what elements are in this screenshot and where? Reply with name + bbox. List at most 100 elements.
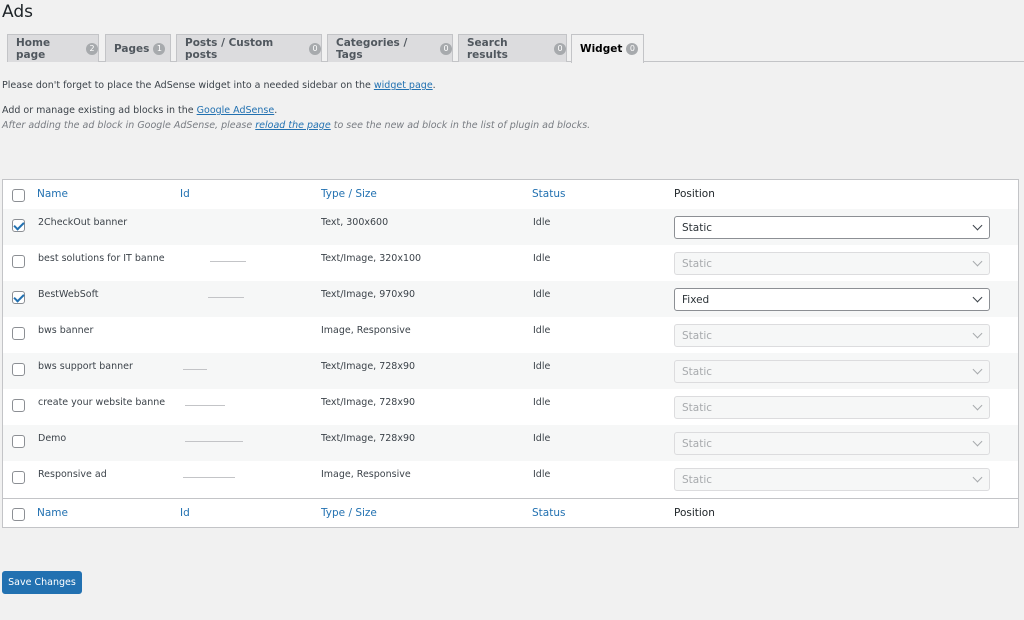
row-name: 2CheckOut banner	[38, 217, 128, 228]
row-type: Text/Image, 320x100	[321, 253, 422, 264]
tab-count-badge: 0	[626, 43, 639, 55]
tab-pages[interactable]: Pages 1	[105, 34, 171, 62]
row-checkbox[interactable]	[12, 471, 25, 484]
row-status: Idle	[533, 253, 551, 264]
row-checkbox[interactable]	[12, 399, 25, 412]
redacted-id	[208, 297, 244, 298]
widget-notice: Please don't forget to place the AdSense…	[2, 80, 436, 91]
notice-text: .	[274, 105, 278, 116]
position-value: Static	[682, 330, 713, 342]
chevron-down-icon	[972, 400, 983, 411]
table-row: Demo Text/Image, 728x90 Idle Static	[3, 425, 1018, 461]
notice-text: After adding the ad block in Google AdSe…	[2, 120, 253, 131]
row-name: Demo	[38, 433, 67, 444]
column-id[interactable]: Id	[180, 507, 190, 519]
redacted-id	[210, 261, 246, 262]
column-type-size[interactable]: Type / Size	[321, 188, 377, 200]
ad-blocks-table: Name Id Type / Size Status Position 2Che…	[2, 179, 1019, 528]
tab-label: Categories / Tags	[336, 36, 408, 61]
table-row: create your website banne Text/Image, 72…	[3, 389, 1018, 425]
table-row: bws banner Image, Responsive Idle Static	[3, 317, 1018, 353]
row-type: Text/Image, 970x90	[321, 289, 416, 300]
reload-notice: After adding the ad block in Google AdSe…	[2, 120, 590, 131]
tab-home-page[interactable]: Home page 2	[7, 34, 99, 62]
column-name[interactable]: Name	[37, 507, 68, 519]
position-select: Static	[674, 432, 990, 455]
row-name: Responsive ad	[38, 469, 107, 480]
tab-label: Posts / Custom posts	[185, 36, 274, 61]
row-type: Image, Responsive	[321, 325, 411, 336]
widget-page-link[interactable]: widget page	[374, 80, 433, 91]
tab-count-badge: 1	[153, 42, 166, 55]
notice-text: Please don't forget to place the AdSense…	[2, 80, 371, 91]
tab-label: Pages	[114, 42, 150, 55]
table-row: best solutions for IT banne Text/Image, …	[3, 245, 1018, 281]
google-adsense-link[interactable]: Google AdSense	[197, 105, 275, 116]
row-status: Idle	[533, 289, 551, 300]
chevron-down-icon	[972, 436, 983, 447]
row-checkbox[interactable]	[12, 255, 25, 268]
redacted-id	[185, 405, 225, 406]
row-name: bws support banner	[38, 361, 133, 372]
column-status[interactable]: Status	[532, 188, 565, 200]
column-position: Position	[674, 188, 715, 200]
tab-bar: Home page 2 Pages 1 Posts / Custom posts…	[7, 34, 1024, 63]
position-value: Static	[682, 222, 713, 234]
chevron-down-icon	[972, 328, 983, 339]
row-status: Idle	[533, 433, 551, 444]
chevron-down-icon	[972, 472, 983, 483]
table-row: 2CheckOut banner Text, 300x600 Idle Stat…	[3, 209, 1018, 245]
position-select[interactable]: Fixed	[674, 288, 990, 311]
reload-page-link[interactable]: reload the page	[255, 120, 330, 131]
position-select: Static	[674, 468, 990, 491]
tab-posts-custom-posts[interactable]: Posts / Custom posts 0	[176, 34, 322, 62]
position-select: Static	[674, 324, 990, 347]
table-footer: Name Id Type / Size Status Position	[3, 498, 1018, 528]
column-status[interactable]: Status	[532, 507, 565, 519]
position-value: Static	[682, 258, 713, 270]
column-type-size[interactable]: Type / Size	[321, 507, 377, 519]
row-checkbox[interactable]	[12, 327, 25, 340]
redacted-id	[185, 441, 243, 442]
tab-count-badge: 0	[554, 42, 566, 55]
position-select[interactable]: Static	[674, 216, 990, 239]
row-status: Idle	[533, 325, 551, 336]
tab-label: Home page	[16, 36, 51, 61]
row-name: bws banner	[38, 325, 94, 336]
notice-text: .	[432, 80, 436, 91]
select-all-checkbox[interactable]	[12, 189, 25, 202]
table-row: BestWebSoft Text/Image, 970x90 Idle Fixe…	[3, 281, 1018, 317]
position-value: Static	[682, 402, 713, 414]
tab-label: Widget	[580, 43, 623, 55]
row-type: Text/Image, 728x90	[321, 361, 416, 372]
select-all-checkbox[interactable]	[12, 508, 25, 521]
row-type: Text, 300x600	[321, 217, 389, 228]
table-header: Name Id Type / Size Status Position	[3, 180, 1018, 210]
position-select: Static	[674, 360, 990, 383]
row-checkbox[interactable]	[12, 291, 25, 304]
table-row: bws support banner Text/Image, 728x90 Id…	[3, 353, 1018, 389]
table-row: Responsive ad Image, Responsive Idle Sta…	[3, 461, 1018, 497]
row-checkbox[interactable]	[12, 219, 25, 232]
chevron-down-icon	[972, 364, 983, 375]
tab-widget[interactable]: Widget 0	[571, 34, 644, 63]
position-value: Fixed	[682, 294, 710, 306]
redacted-id	[183, 369, 207, 370]
notice-text: Add or manage existing ad blocks in the	[2, 105, 194, 116]
tab-search-results[interactable]: Search results 0	[458, 34, 567, 62]
page-title: Ads	[2, 2, 33, 22]
chevron-down-icon	[972, 220, 983, 231]
row-status: Idle	[533, 361, 551, 372]
column-id[interactable]: Id	[180, 188, 190, 200]
row-name: BestWebSoft	[38, 289, 99, 300]
position-select: Static	[674, 252, 990, 275]
row-checkbox[interactable]	[12, 363, 25, 376]
row-checkbox[interactable]	[12, 435, 25, 448]
save-changes-button[interactable]: Save Changes	[2, 571, 82, 594]
column-name[interactable]: Name	[37, 188, 68, 200]
row-type: Text/Image, 728x90	[321, 433, 416, 444]
tab-count-badge: 0	[440, 42, 452, 55]
position-select: Static	[674, 396, 990, 419]
tab-categories-tags[interactable]: Categories / Tags 0	[327, 34, 453, 62]
row-name: best solutions for IT banne	[38, 253, 165, 264]
